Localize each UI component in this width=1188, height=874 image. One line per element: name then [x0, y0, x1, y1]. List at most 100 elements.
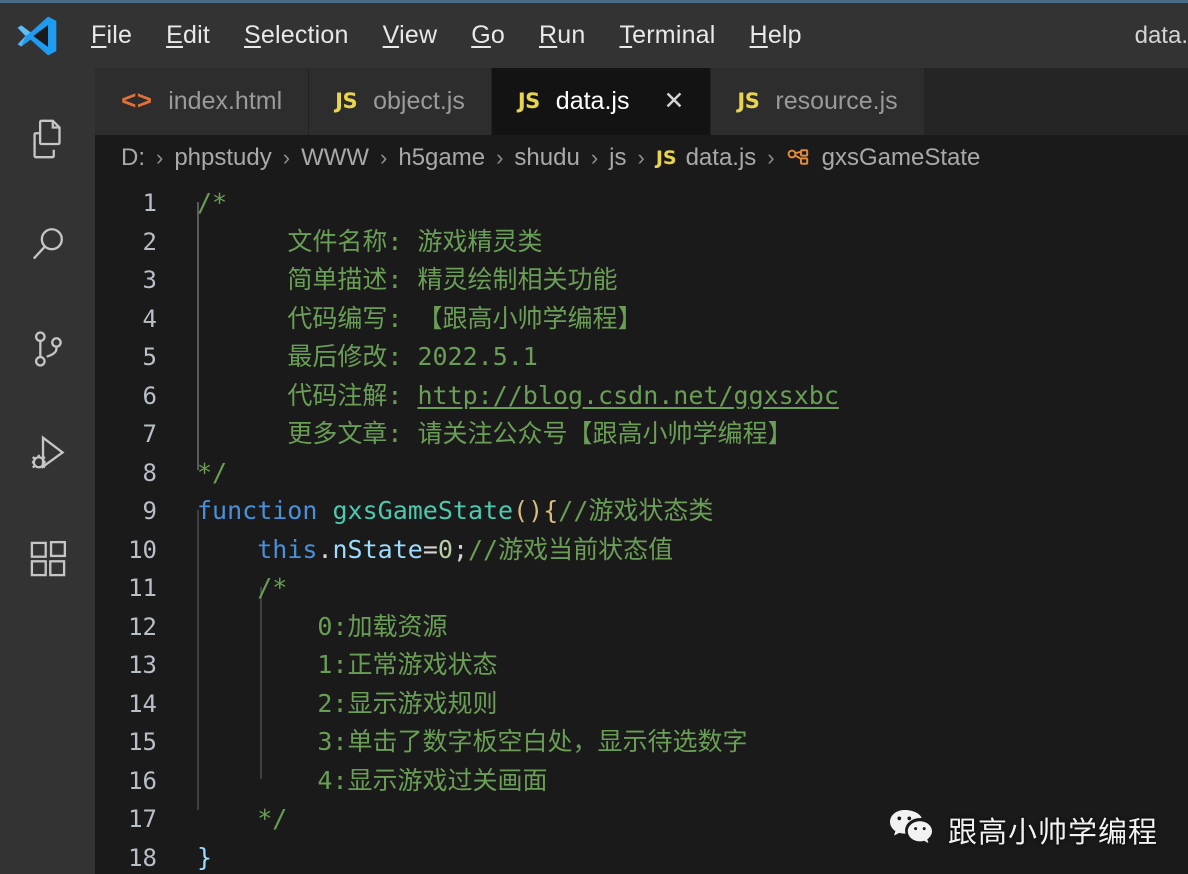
editor-group: <> index.html JS object.js JS data.js ✕ …	[95, 68, 1188, 874]
menu-item-run-rest: un	[557, 21, 586, 49]
activity-bar-item-extensions[interactable]	[0, 506, 95, 611]
breadcrumb-item-shudu[interactable]: shudu	[514, 144, 579, 172]
menu-item-edit[interactable]: Edit	[149, 17, 227, 54]
breadcrumb-separator: ›	[767, 144, 775, 170]
code-line: 4 代码编写: 【跟高小帅学编程】	[95, 300, 1188, 339]
breadcrumb-item-drive[interactable]: D:	[121, 144, 145, 172]
menu-item-help-rest: elp	[767, 21, 802, 49]
code-line: 6 代码注解: http://blog.csdn.net/ggxsxbc	[95, 377, 1188, 416]
close-icon[interactable]: ✕	[663, 89, 684, 114]
line-number: 14	[128, 689, 157, 718]
workbench-body: <> index.html JS object.js JS data.js ✕ …	[0, 68, 1188, 874]
brace-token: }	[197, 842, 213, 872]
comment-token: 文件名称:	[287, 226, 403, 256]
code-editor[interactable]: 1 /* 2 文件名称: 游戏精灵类 3 简单描述: 精灵绘制相关功能 4 代码…	[95, 180, 1188, 874]
editor-tab-bar: <> index.html JS object.js JS data.js ✕ …	[95, 68, 1188, 135]
tab-label: index.html	[168, 87, 283, 115]
comment-token: //游戏当前状态值	[468, 534, 674, 564]
line-content: */	[157, 454, 1188, 493]
window-title: data.	[1134, 21, 1188, 49]
code-line: 12 0:加载资源	[95, 608, 1188, 647]
menu-item-selection-rest: election	[260, 21, 349, 49]
breadcrumb: D: › phpstudy › WWW › h5game › shudu › j…	[95, 135, 1188, 180]
comment-token: 2:显示游戏规则	[317, 688, 498, 718]
comment-token: 代码注解:	[287, 380, 403, 410]
code-line: 3 简单描述: 精灵绘制相关功能	[95, 261, 1188, 300]
line-number: 1	[142, 189, 157, 217]
line-number: 13	[128, 651, 157, 679]
menu-item-selection[interactable]: Selection	[227, 17, 366, 54]
breadcrumb-item-www[interactable]: WWW	[301, 144, 369, 172]
explorer-icon	[25, 116, 71, 162]
tab-resource-js[interactable]: JS resource.js	[711, 68, 925, 135]
menu-item-terminal[interactable]: Terminal	[602, 17, 732, 54]
html-file-icon: <>	[121, 86, 153, 117]
tab-bar-filler	[924, 68, 1188, 135]
comment-token: //游戏状态类	[558, 496, 714, 525]
tab-data-js[interactable]: JS data.js ✕	[491, 68, 712, 135]
code-line: 2 文件名称: 游戏精灵类	[95, 223, 1188, 262]
line-content: /*	[157, 184, 1188, 223]
property-token: nState	[332, 534, 423, 564]
comment-token: /*	[197, 188, 228, 217]
line-number: 12	[128, 612, 157, 641]
search-icon	[25, 221, 71, 267]
activity-bar-item-search[interactable]	[0, 191, 95, 296]
line-content: 4:显示游戏过关画面	[157, 762, 1188, 801]
number-token: 0	[437, 534, 453, 564]
comment-token: 精灵绘制相关功能	[417, 265, 618, 294]
comment-url-link[interactable]: http://blog.csdn.net/ggxsxbc	[417, 381, 838, 410]
punctuation-token: ;	[452, 534, 468, 564]
menu-item-file-rest: ile	[106, 21, 133, 49]
menu-item-run[interactable]: Run	[522, 17, 602, 54]
line-content: 2:显示游戏规则	[157, 685, 1188, 724]
code-line: 1 /*	[95, 184, 1188, 223]
comment-token: 最后修改:	[287, 342, 403, 371]
tab-object-js[interactable]: JS object.js	[309, 68, 492, 135]
breadcrumb-item-file[interactable]: data.js	[686, 144, 757, 172]
breadcrumb-separator: ›	[590, 144, 599, 170]
punctuation-token: .	[317, 534, 333, 564]
menu-item-terminal-rest: erminal	[632, 21, 716, 49]
function-name-token: gxsGameState	[332, 496, 514, 525]
code-line: 11 /*	[95, 569, 1188, 608]
code-line: 13 1:正常游戏状态	[95, 646, 1188, 685]
comment-token: 【跟高小帅学编程】	[417, 303, 643, 333]
menu-item-go[interactable]: Go	[454, 17, 522, 54]
activity-bar-item-explorer[interactable]	[0, 86, 95, 191]
comment-token: 简单描述:	[287, 265, 403, 294]
line-content: 简单描述: 精灵绘制相关功能	[157, 261, 1188, 300]
tab-label: resource.js	[775, 87, 898, 115]
line-content: 更多文章: 请关注公众号【跟高小帅学编程】	[157, 415, 1188, 454]
breadcrumb-separator: ›	[496, 144, 504, 170]
breadcrumb-item-js[interactable]: js	[609, 144, 626, 172]
code-line: 5 最后修改: 2022.5.1	[95, 338, 1188, 377]
code-line: 8 */	[95, 454, 1188, 493]
menu-item-help[interactable]: Help	[733, 17, 819, 54]
code-line: 14 2:显示游戏规则	[95, 685, 1188, 724]
line-content: 0:加载资源	[157, 608, 1188, 647]
vscode-logo	[17, 16, 57, 55]
line-number: 16	[128, 766, 157, 795]
menu-item-file[interactable]: File	[74, 17, 149, 54]
menu-item-view[interactable]: View	[366, 17, 455, 54]
breadcrumb-separator: ›	[156, 144, 164, 170]
comment-token: 请关注公众号【跟高小帅学编程】	[417, 419, 793, 448]
line-content: */	[157, 800, 1188, 839]
breadcrumb-item-phpstudy[interactable]: phpstudy	[174, 144, 271, 172]
breadcrumb-separator: ›	[637, 144, 645, 170]
line-number: 5	[142, 343, 157, 371]
menu-bar: File Edit Selection View Go Run Terminal…	[74, 17, 819, 54]
breadcrumb-item-h5game[interactable]: h5game	[398, 144, 485, 172]
activity-bar-item-source-control[interactable]	[0, 296, 95, 401]
line-number: 4	[142, 304, 157, 333]
line-number: 17	[128, 805, 157, 833]
tab-index-html[interactable]: <> index.html	[95, 68, 310, 135]
line-number: 18	[128, 843, 157, 872]
line-number: 2	[142, 227, 157, 256]
line-content: 最后修改: 2022.5.1	[157, 338, 1188, 377]
operator-token: =	[422, 534, 438, 564]
breadcrumb-item-symbol[interactable]: gxsGameState	[822, 144, 981, 172]
activity-bar-item-run-debug[interactable]	[0, 401, 95, 506]
tab-label: object.js	[373, 87, 465, 115]
